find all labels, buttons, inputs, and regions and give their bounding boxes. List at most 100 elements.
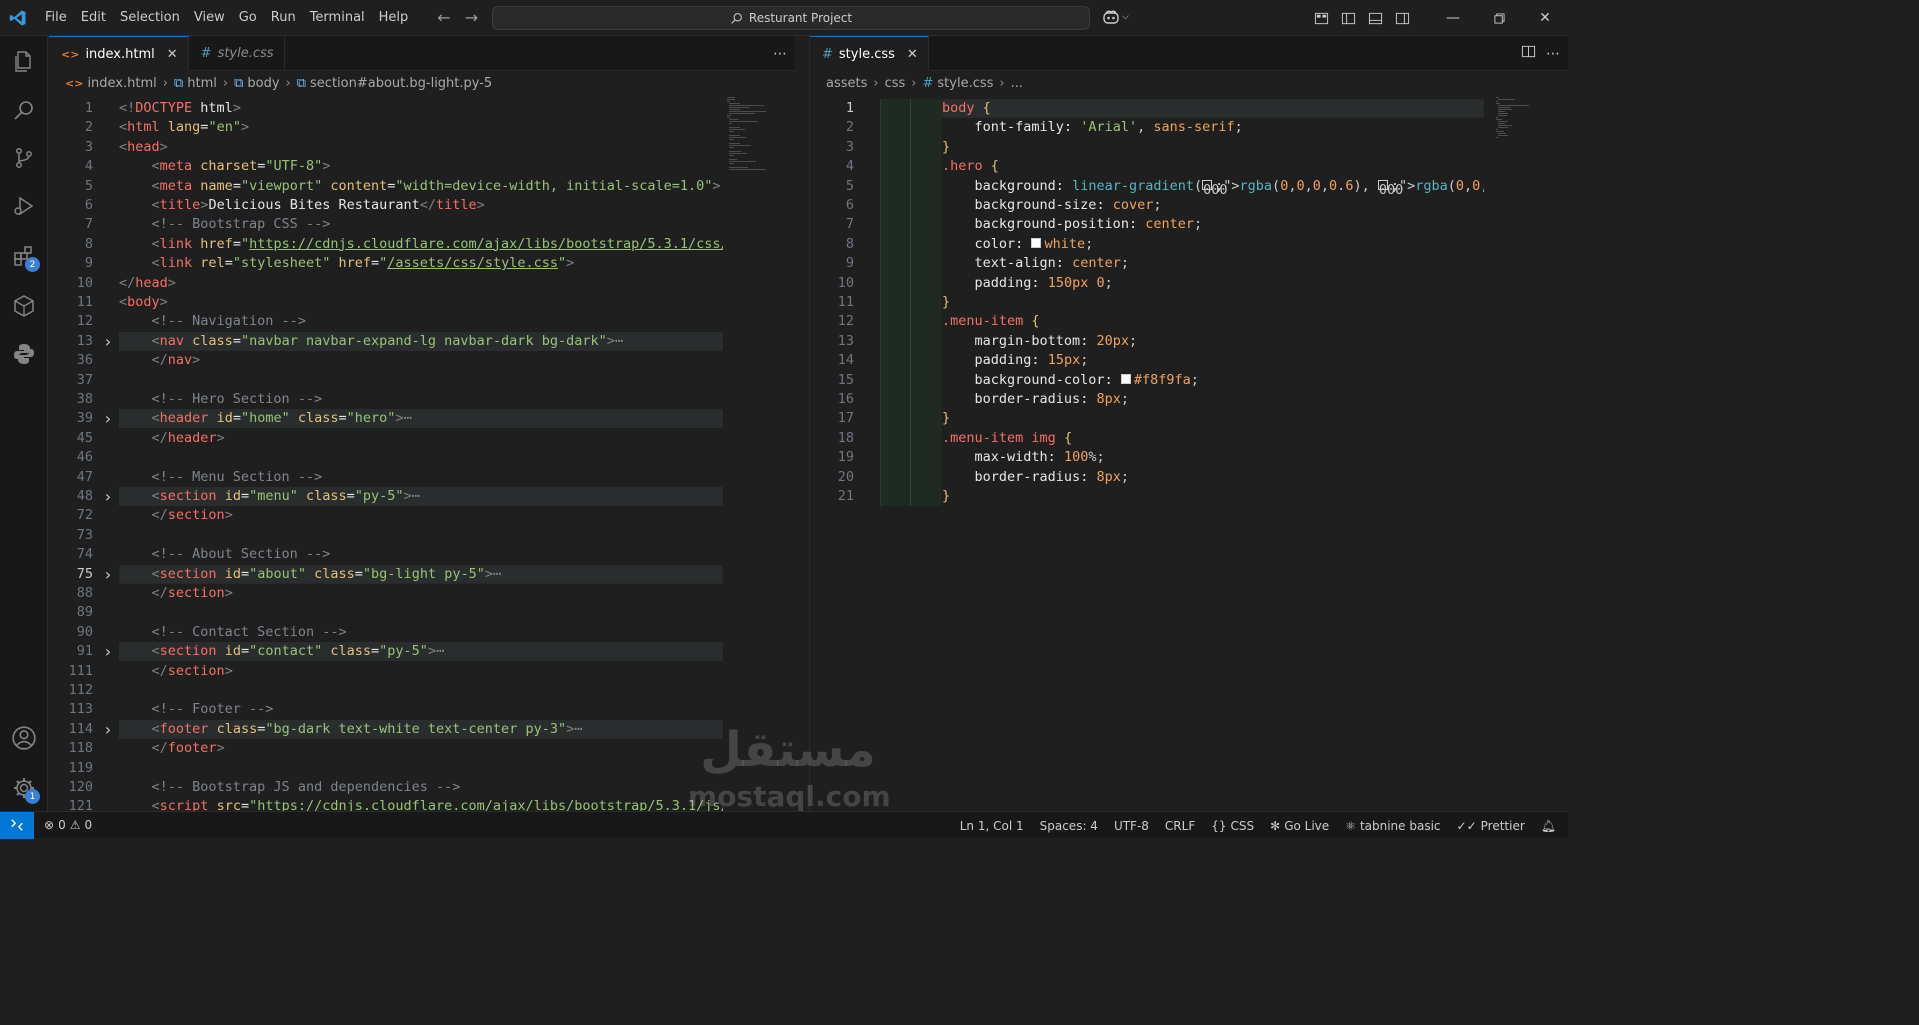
code-line[interactable]: 7 <!-- Bootstrap CSS -->	[49, 215, 723, 234]
run-debug-icon[interactable]	[0, 182, 48, 230]
code-line[interactable]: 8 color: white;	[810, 235, 1484, 254]
encoding[interactable]: UTF-8	[1114, 819, 1149, 833]
code-line[interactable]: 4 <meta charset="UTF-8">	[49, 157, 723, 176]
fold-chevron-icon[interactable]: ›	[103, 409, 113, 428]
fold-chevron-icon[interactable]: ›	[103, 332, 113, 351]
split-editor-icon[interactable]	[1521, 44, 1536, 63]
breadcrumb-item[interactable]: body	[247, 76, 279, 91]
code-line[interactable]: 7 background-position: center;	[810, 215, 1484, 234]
language-mode[interactable]: {} CSS	[1211, 819, 1254, 833]
code-line[interactable]: 37	[49, 371, 723, 390]
remote-indicator-icon[interactable]	[0, 811, 34, 839]
code-line[interactable]: 13 margin-bottom: 20px;	[810, 332, 1484, 351]
toggle-primary-sidebar-icon[interactable]	[1335, 0, 1362, 36]
code-line[interactable]: 39 › <header id="home" class="hero">⋯	[49, 409, 723, 428]
fold-chevron-icon[interactable]: ›	[103, 720, 113, 739]
code-line[interactable]: 47 <!-- Menu Section -->	[49, 468, 723, 487]
code-line[interactable]: 1 body {	[810, 99, 1484, 118]
menu-edit[interactable]: Edit	[74, 0, 113, 36]
extensions-icon[interactable]: 2	[0, 232, 48, 280]
toggle-panel-icon[interactable]	[1362, 0, 1389, 36]
breadcrumb-item[interactable]: css	[885, 76, 906, 91]
code-line[interactable]: 1 <!DOCTYPE html>	[49, 99, 723, 118]
code-line[interactable]: 119	[49, 759, 723, 778]
code-line[interactable]: 75 › <section id="about" class="bg-light …	[49, 565, 723, 584]
code-line[interactable]: 19 max-width: 100%;	[810, 448, 1484, 467]
menu-selection[interactable]: Selection	[113, 0, 187, 36]
code-line[interactable]: 12 .menu-item {	[810, 312, 1484, 331]
code-line[interactable]: 3 <head>	[49, 138, 723, 157]
command-center-search[interactable]: Resturant Project	[492, 6, 1090, 30]
explorer-icon[interactable]	[0, 38, 48, 86]
fold-chevron-icon[interactable]: ›	[103, 642, 113, 661]
breadcrumb-item[interactable]: style.css	[937, 76, 993, 91]
fold-chevron-icon[interactable]: ›	[103, 565, 113, 584]
problems-status[interactable]: ⊗ 0 ⚠ 0	[44, 818, 92, 832]
code-line[interactable]: 13 › <nav class="navbar navbar-expand-lg …	[49, 332, 723, 351]
code-line[interactable]: 114 › <footer class="bg-dark text-white t…	[49, 720, 723, 739]
indentation[interactable]: Spaces: 4	[1040, 819, 1098, 833]
code-line[interactable]: 16 border-radius: 8px;	[810, 390, 1484, 409]
customize-layout-icon[interactable]	[1308, 0, 1335, 36]
minimize-icon[interactable]: —	[1430, 0, 1476, 36]
code-line[interactable]: 111 </section>	[49, 662, 723, 681]
css-code-area[interactable]: 1 body {2 font-family: 'Arial', sans-seri…	[810, 95, 1484, 811]
breadcrumb-item[interactable]: html	[187, 76, 217, 91]
code-line[interactable]: 2 <html lang="en">	[49, 118, 723, 137]
code-line[interactable]: 121 <script src="https://cdnjs.cloudflar…	[49, 797, 723, 811]
code-line[interactable]: 2 font-family: 'Arial', sans-serif;	[810, 118, 1484, 137]
cursor-position[interactable]: Ln 1, Col 1	[960, 819, 1024, 833]
code-line[interactable]: 118 </footer>	[49, 739, 723, 758]
code-line[interactable]: 91 › <section id="contact" class="py-5">⋯	[49, 642, 723, 661]
code-line[interactable]: 9 <link rel="stylesheet" href="/assets/c…	[49, 254, 723, 273]
code-line[interactable]: 11}	[810, 293, 1484, 312]
remote-explorer-icon[interactable]	[0, 282, 48, 330]
code-line[interactable]: 15 background-color: #f8f9fa;	[810, 371, 1484, 390]
code-line[interactable]: 46	[49, 448, 723, 467]
end-of-line[interactable]: CRLF	[1165, 819, 1195, 833]
code-line[interactable]: 48 › <section id="menu" class="py-5">⋯	[49, 487, 723, 506]
menu-file[interactable]: File	[38, 0, 74, 36]
code-line[interactable]: 21}	[810, 487, 1484, 506]
code-line[interactable]: 6 <title>Delicious Bites Restaurant</tit…	[49, 196, 723, 215]
copilot-button[interactable]: ⌵	[1102, 9, 1129, 25]
breadcrumb-item[interactable]: assets	[826, 76, 867, 91]
code-line[interactable]: 113 <!-- Footer -->	[49, 700, 723, 719]
code-line[interactable]: 11 <body>	[49, 293, 723, 312]
close-icon[interactable]: ✕	[167, 47, 178, 62]
code-line[interactable]: 17}	[810, 409, 1484, 428]
settings-gear-icon[interactable]: 1	[0, 764, 48, 812]
tab-style-css[interactable]: # style.css	[189, 36, 285, 71]
code-line[interactable]: 90 <!-- Contact Section -->	[49, 623, 723, 642]
code-line[interactable]: 89	[49, 603, 723, 622]
menu-help[interactable]: Help	[372, 0, 416, 36]
code-line[interactable]: 12 <!-- Navigation -->	[49, 312, 723, 331]
code-line[interactable]: 6 background-size: cover;	[810, 196, 1484, 215]
go-live-button[interactable]: ✻ Go Live	[1270, 819, 1329, 833]
code-line[interactable]: 10 padding: 150px 0;	[810, 274, 1484, 293]
forward-arrow-icon[interactable]: →	[465, 8, 478, 27]
code-line[interactable]: 73	[49, 526, 723, 545]
restore-icon[interactable]	[1476, 0, 1522, 36]
code-line[interactable]: 14 padding: 15px;	[810, 351, 1484, 370]
breadcrumb-item[interactable]: section#about.bg-light.py-5	[310, 76, 492, 91]
search-icon[interactable]	[0, 86, 48, 134]
python-icon[interactable]	[0, 330, 48, 378]
minimap[interactable]	[727, 95, 787, 811]
fold-chevron-icon[interactable]: ›	[103, 487, 113, 506]
source-control-icon[interactable]	[0, 134, 48, 182]
prettier-status[interactable]: ✓✓ Prettier	[1457, 819, 1525, 833]
code-line[interactable]: 9 text-align: center;	[810, 254, 1484, 273]
code-line[interactable]: 4 .hero {	[810, 157, 1484, 176]
html-code-area[interactable]: 1 <!DOCTYPE html> 2 <html lang="en"> 3 <head>…	[49, 95, 723, 811]
back-arrow-icon[interactable]: ←	[437, 8, 450, 27]
code-line[interactable]: 5 <meta name="viewport" content="width=d…	[49, 177, 723, 196]
tabnine-status[interactable]: ⚛ tabnine basic	[1345, 819, 1440, 833]
close-icon[interactable]: ✕	[907, 47, 918, 62]
toggle-secondary-sidebar-icon[interactable]	[1389, 0, 1416, 36]
code-line[interactable]: 18 .menu-item img {	[810, 429, 1484, 448]
code-line[interactable]: 8 <link href="https://cdnjs.cloudflare.c…	[49, 235, 723, 254]
code-line[interactable]: 5 background: linear-gradient(000;">rgba…	[810, 177, 1484, 198]
menu-go[interactable]: Go	[232, 0, 264, 36]
code-line[interactable]: 72 </section>	[49, 506, 723, 525]
